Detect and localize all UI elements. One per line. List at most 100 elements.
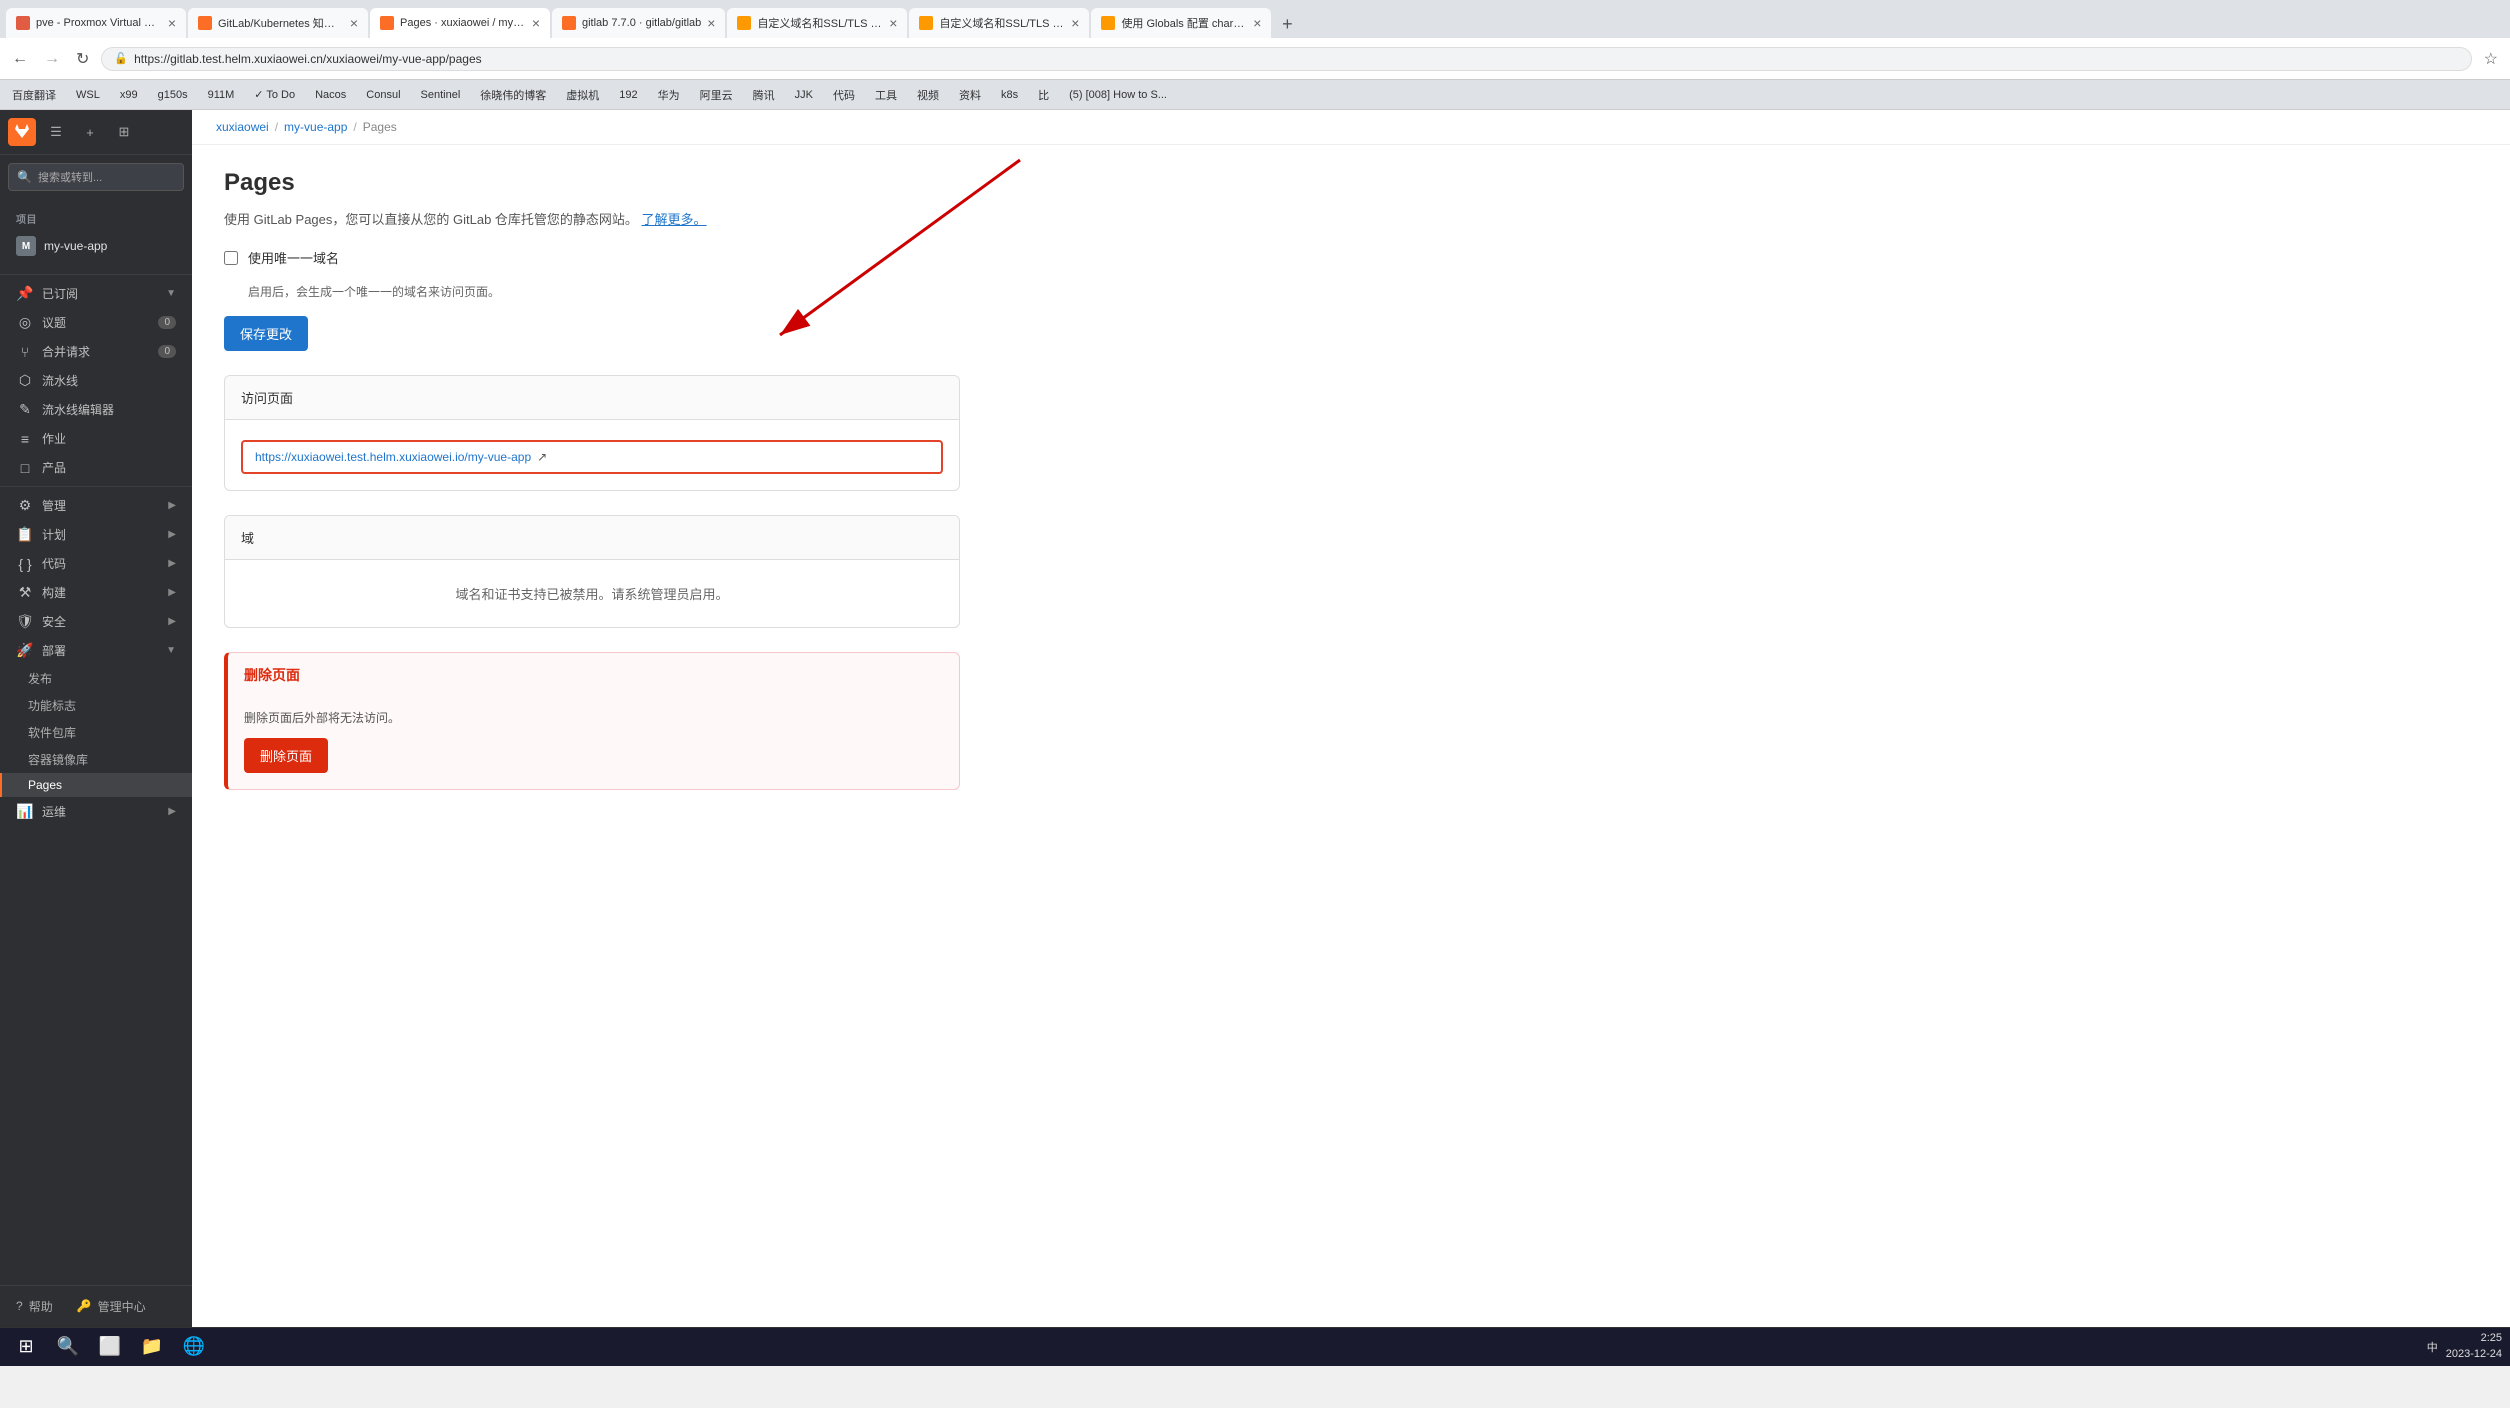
tab-close-ssl2[interactable]: ×	[1071, 15, 1079, 31]
bookmark-blog[interactable]: 徐晓伟的博客	[476, 85, 550, 105]
bookmark-consul[interactable]: Consul	[362, 87, 404, 103]
tab-title-kb: GitLab/Kubernetes 知识库	[218, 15, 344, 31]
forward-button[interactable]: →	[40, 46, 64, 72]
jobs-label: 作业	[42, 430, 176, 447]
address-field[interactable]: 🔓 https://gitlab.test.helm.xuxiaowei.cn/…	[101, 47, 2471, 71]
sidebar-subitem-container[interactable]: 容器镜像库	[0, 746, 192, 773]
delete-pages-button[interactable]: 删除页面	[244, 738, 328, 773]
editor-label: 流水线编辑器	[42, 401, 176, 418]
help-button[interactable]: ? 帮助	[8, 1294, 61, 1319]
breadcrumb-xuxiaowei[interactable]: xuxiaowei	[216, 120, 269, 134]
project-name[interactable]: M my-vue-app	[0, 230, 192, 262]
save-button[interactable]: 保存更改	[224, 316, 308, 351]
tab-ssl2[interactable]: 自定义域名和SSL/TLS 证书 |... ×	[909, 8, 1089, 38]
tab-close-globals[interactable]: ×	[1253, 15, 1261, 31]
sidebar-item-deploy[interactable]: 🚀 部署 ▼	[0, 636, 192, 665]
sidebar-subitem-pages[interactable]: Pages	[0, 773, 192, 797]
search-icon: 🔍	[17, 170, 32, 184]
sidebar-item-code[interactable]: { } 代码 ▶	[0, 549, 192, 578]
date-display: 2023-12-24	[2446, 1347, 2502, 1362]
sidebar-item-pipeline[interactable]: ⬡ 流水线	[0, 366, 192, 395]
sidebar-subitem-releases[interactable]: 发布	[0, 665, 192, 692]
bookmark-x99[interactable]: x99	[116, 87, 142, 103]
product-label: 产品	[42, 459, 176, 476]
tab-close-pve[interactable]: ×	[168, 15, 176, 31]
bookmark-huawei[interactable]: 华为	[654, 85, 684, 105]
sidebar-item-build[interactable]: ⚒ 构建 ▶	[0, 578, 192, 607]
sidebar-subitem-packages[interactable]: 软件包库	[0, 719, 192, 746]
bookmark-code[interactable]: 代码	[829, 85, 859, 105]
security-icon-sidebar: 🛡	[16, 613, 34, 630]
sidebar-item-jobs[interactable]: ≡ 作业	[0, 424, 192, 453]
tab-gitlab-ver[interactable]: gitlab 7.7.0 · gitlab/gitlab ×	[552, 8, 725, 38]
bookmark-wsl[interactable]: WSL	[72, 87, 104, 103]
taskbar-search[interactable]: 🔍	[50, 1329, 86, 1365]
sidebar-item-security[interactable]: 🛡 安全 ▶	[0, 607, 192, 636]
bookmark-bi[interactable]: 比	[1034, 85, 1053, 105]
security-arrow: ▶	[168, 616, 176, 627]
taskbar-edge[interactable]: 🌐	[176, 1329, 212, 1365]
feature-flags-label: 功能标志	[28, 697, 76, 714]
bookmark-g150s[interactable]: g150s	[154, 87, 192, 103]
taskbar-explorer[interactable]: 📁	[134, 1329, 170, 1365]
start-button[interactable]: ⊞	[8, 1329, 44, 1365]
sidebar-toggle-button[interactable]: ☰	[42, 118, 70, 146]
sidebar-item-pinned[interactable]: 📌 已订阅 ▼	[0, 279, 192, 308]
sidebar-item-plan[interactable]: 📋 计划 ▶	[0, 520, 192, 549]
sidebar-search[interactable]: 🔍 搜索或转到...	[8, 163, 184, 191]
bookmark-vm[interactable]: 虚拟机	[562, 85, 603, 105]
back-button[interactable]: ←	[8, 46, 32, 72]
bookmark-todo[interactable]: ✓ To Do	[250, 86, 299, 103]
unique-domain-checkbox[interactable]	[224, 251, 238, 265]
tab-close-pages[interactable]: ×	[532, 15, 540, 31]
bookmark-jjk[interactable]: JJK	[791, 87, 817, 103]
pages-url-link[interactable]: https://xuxiaowei.test.helm.xuxiaowei.io…	[255, 450, 531, 464]
bookmark-k8s[interactable]: k8s	[997, 87, 1022, 103]
bookmark-008[interactable]: (5) [008] How to S...	[1065, 87, 1171, 103]
bookmark-nacos[interactable]: Nacos	[311, 87, 350, 103]
new-item-button[interactable]: +	[76, 118, 104, 146]
new-tab-button[interactable]: +	[1273, 10, 1301, 38]
tab-favicon-globals	[1101, 16, 1115, 30]
build-icon: ⚒	[16, 584, 34, 601]
tab-pages-active[interactable]: Pages · xuxiaowei / my-vue-... ×	[370, 8, 550, 38]
tab-favicon-kb	[198, 16, 212, 30]
tab-favicon-ver	[562, 16, 576, 30]
bookmark-button[interactable]: ☆	[2480, 45, 2502, 73]
plan-label: 计划	[42, 526, 160, 543]
sidebar-item-pipeline-editor[interactable]: ✎ 流水线编辑器	[0, 395, 192, 424]
tab-close-ver[interactable]: ×	[707, 15, 715, 31]
bookmark-data[interactable]: 资料	[955, 85, 985, 105]
bookmark-192[interactable]: 192	[615, 87, 641, 103]
sidebar-item-issues[interactable]: ◎ 议题 0	[0, 308, 192, 337]
gitlab-logo[interactable]	[8, 118, 36, 146]
breadcrumb-my-vue-app[interactable]: my-vue-app	[284, 120, 347, 134]
grid-button[interactable]: ⊞	[110, 118, 138, 146]
sidebar-header: ☰ + ⊞	[0, 110, 192, 155]
sidebar-item-merge-requests[interactable]: ⑂ 合并请求 0	[0, 337, 192, 366]
code-arrow: ▶	[168, 558, 176, 569]
sidebar-item-product[interactable]: □ 产品	[0, 453, 192, 482]
bookmark-tools[interactable]: 工具	[871, 85, 901, 105]
tab-globals[interactable]: 使用 Globals 配置 chart | 极S... ×	[1091, 8, 1271, 38]
time-display: 2:25	[2446, 1331, 2502, 1346]
bookmark-911m[interactable]: 911M	[204, 87, 239, 103]
refresh-button[interactable]: ↻	[72, 45, 93, 73]
taskbar-taskview[interactable]: ⬜	[92, 1329, 128, 1365]
tab-ssl1[interactable]: 自定义域名和SSL/TLS 证书 |... ×	[727, 8, 907, 38]
bookmark-video[interactable]: 视频	[913, 85, 943, 105]
sidebar-item-monitor[interactable]: 📊 运维 ▶	[0, 797, 192, 826]
bookmark-sentinel[interactable]: Sentinel	[417, 87, 465, 103]
tab-gitlab-kb[interactable]: GitLab/Kubernetes 知识库 ×	[188, 8, 368, 38]
sidebar-subitem-feature-flags[interactable]: 功能标志	[0, 692, 192, 719]
learn-more-link[interactable]: 了解更多。	[642, 212, 707, 227]
admin-button[interactable]: 🔑 管理中心	[69, 1294, 154, 1319]
visit-section-card: 访问页面 https://xuxiaowei.test.helm.xuxiaow…	[224, 375, 960, 491]
sidebar-item-manage[interactable]: ⚙ 管理 ▶	[0, 491, 192, 520]
tab-close-ssl1[interactable]: ×	[889, 15, 897, 31]
bookmark-aliyun[interactable]: 阿里云	[696, 85, 737, 105]
bookmark-tencent[interactable]: 腾讯	[749, 85, 779, 105]
tab-close-kb[interactable]: ×	[350, 15, 358, 31]
tab-pve[interactable]: pve - Proxmox Virtual Enviro... ×	[6, 8, 186, 38]
bookmark-baidu[interactable]: 百度翻译	[8, 85, 60, 105]
